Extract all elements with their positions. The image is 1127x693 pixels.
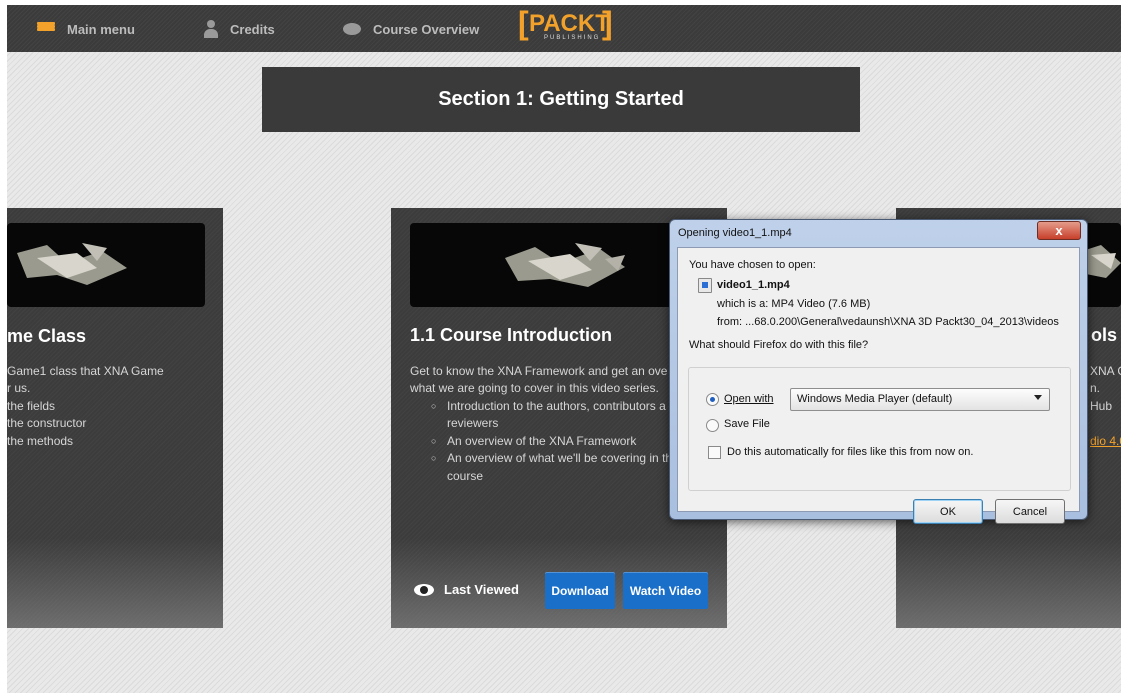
lesson-thumbnail-image	[505, 243, 625, 287]
file-type-value: MP4 Video (7.6 MB)	[771, 298, 871, 310]
open-with-app-value: Windows Media Player (default)	[797, 393, 953, 405]
file-source-value: ...68.0.200\General\vedaunsh\XNA 3D Pack…	[745, 316, 1059, 328]
window-edge-left	[0, 0, 7, 693]
right-card-title: ols	[1091, 325, 1118, 345]
center-card-intro-1: Get to know the XNA Framework and get an…	[410, 364, 668, 378]
credits-button[interactable]: Credits	[204, 19, 275, 39]
center-card-title: 1.1 Course Introduction	[410, 325, 613, 345]
center-card-bullet-2: An overview of the XNA Framework	[431, 433, 636, 451]
left-card-line-1: Game1 class that XNA Game	[7, 364, 164, 378]
course-overview-button[interactable]: Course Overview	[343, 19, 479, 39]
center-card-thumbnail[interactable]	[410, 223, 708, 307]
file-source-label: from:	[717, 316, 743, 328]
main-menu-label: Main menu	[67, 21, 135, 37]
left-card-line-3: the fields	[7, 399, 56, 413]
dialog-title: Opening video1_1.mp4	[678, 227, 792, 239]
left-card-thumbnail[interactable]	[7, 223, 205, 307]
center-card-bullet-3: An overview of what we'll be covering in…	[431, 450, 672, 468]
auto-action-label[interactable]: Do this automatically for files like thi…	[727, 446, 973, 458]
credits-label: Credits	[230, 21, 275, 37]
right-card-line-3: Hub	[1090, 399, 1113, 413]
file-source-row: from: ...68.0.200\General\vedaunsh\XNA 3…	[717, 316, 1059, 328]
open-with-radio[interactable]	[706, 393, 719, 406]
video-file-icon	[698, 278, 712, 293]
right-card-line-2: n.	[1090, 381, 1101, 395]
course-overview-label: Course Overview	[373, 21, 480, 37]
last-viewed-indicator: Last Viewed	[414, 582, 519, 597]
dialog-body: You have chosen to open: video1_1.mp4 wh…	[677, 247, 1080, 524]
left-card-line-2: r us.	[7, 381, 31, 395]
packt-logo: [ PACKT ] PUBLISHING	[518, 5, 613, 44]
left-card-line-5: the methods	[7, 434, 74, 448]
center-card-bullet-1: Introduction to the authors, contributor…	[431, 398, 666, 416]
file-type-row: which is a: MP4 Video (7.6 MB)	[717, 298, 870, 310]
cancel-button[interactable]: Cancel	[995, 499, 1065, 524]
firefox-action-question: What should Firefox do with this file?	[689, 339, 869, 351]
download-button[interactable]: Download	[545, 572, 615, 609]
left-card-fade	[7, 538, 223, 628]
last-viewed-label: Last Viewed	[444, 582, 519, 597]
watch-video-button[interactable]: Watch Video	[623, 572, 708, 609]
logo-word: PACKT	[529, 10, 610, 37]
left-course-card: me Class Game1 class that XNA Game r us.…	[7, 208, 223, 628]
open-with-app-select[interactable]: Windows Media Player (default)	[790, 388, 1050, 411]
logo-bracket-left: [	[518, 5, 529, 41]
auto-action-checkbox[interactable]	[708, 446, 721, 459]
left-card-title: me Class	[7, 326, 87, 346]
logo-subtitle: PUBLISHING	[544, 35, 601, 41]
ok-button[interactable]: OK	[913, 499, 983, 524]
chosen-to-open-label: You have chosen to open:	[689, 259, 816, 271]
open-with-text: Open with	[724, 393, 774, 405]
dialog-close-button[interactable]: x	[1037, 221, 1081, 240]
main-menu-button[interactable]: Main menu	[37, 19, 135, 39]
close-icon: x	[1055, 223, 1063, 238]
eye-icon	[414, 583, 434, 596]
open-with-label[interactable]: Open with	[724, 393, 774, 405]
person-icon	[204, 20, 218, 38]
left-card-line-4: the constructor	[7, 416, 87, 430]
chevron-down-icon	[1034, 395, 1042, 400]
center-card-bullet-3-cont: course	[447, 469, 484, 483]
hamburger-menu-icon	[37, 22, 55, 36]
right-card-fade	[896, 538, 1121, 628]
save-file-label[interactable]: Save File	[724, 418, 770, 430]
window-edge-right	[1121, 0, 1127, 693]
save-file-radio[interactable]	[706, 419, 719, 432]
lesson-thumbnail-image	[17, 243, 127, 285]
file-name: video1_1.mp4	[717, 279, 790, 291]
center-card-bullet-1-cont: reviewers	[447, 416, 499, 430]
section-title: Section 1: Getting Started	[262, 67, 860, 132]
center-card-intro-2: what we are going to cover in this video…	[410, 381, 659, 395]
opening-file-dialog: Opening video1_1.mp4 x You have chosen t…	[669, 219, 1088, 524]
logo-bracket-right: ]	[602, 5, 613, 41]
speech-bubble-icon	[343, 23, 361, 35]
file-type-label: which is a:	[717, 298, 769, 310]
